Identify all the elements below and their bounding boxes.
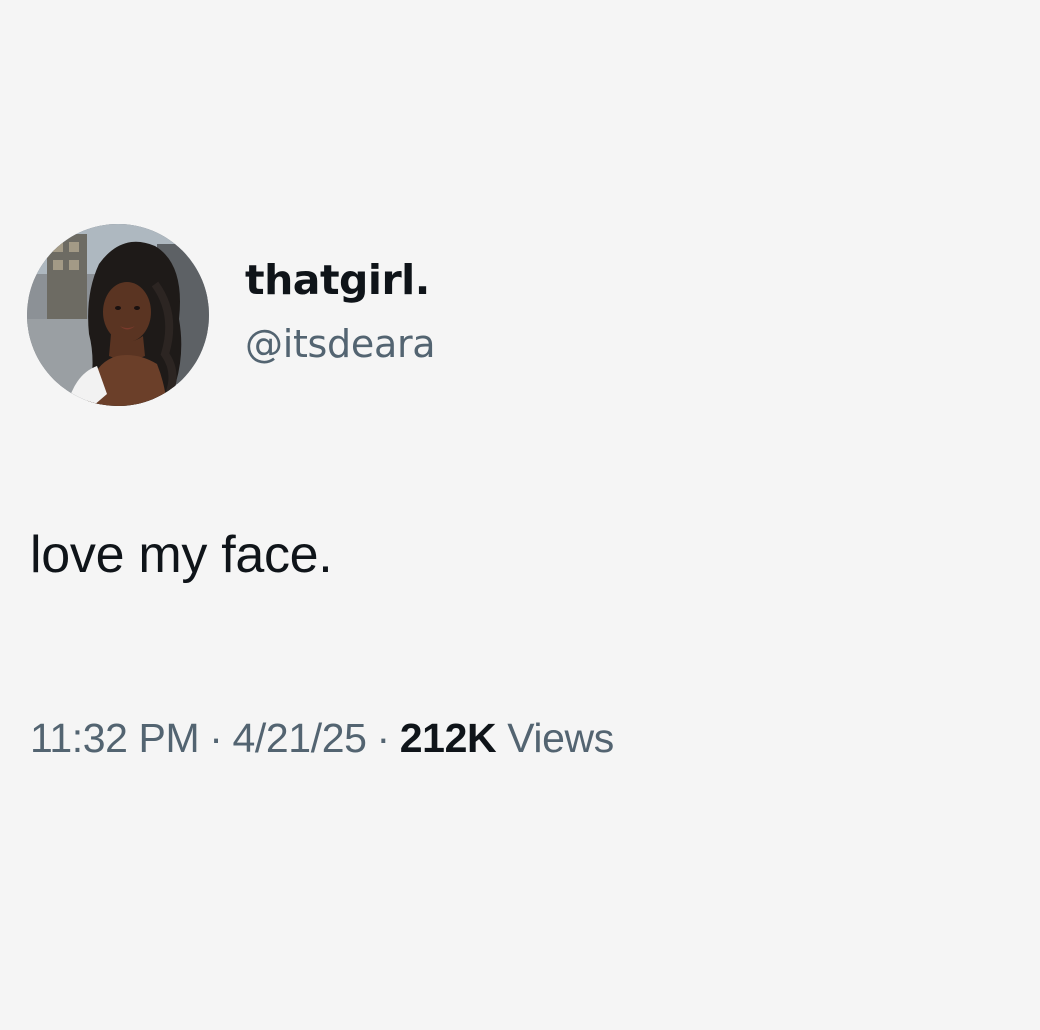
separator-dot: · (376, 715, 391, 761)
views-label[interactable]: Views (507, 715, 614, 761)
tweet-text: love my face. (30, 526, 333, 584)
tweet-time[interactable]: 11:32 PM (30, 715, 200, 761)
username-handle[interactable]: @itsdeara (245, 318, 436, 370)
views-count[interactable]: 212K (400, 715, 497, 761)
avatar-photo (27, 224, 209, 406)
user-names: thatgirl. @itsdeara (245, 254, 436, 370)
tweet-card: thatgirl. @itsdeara love my face. 11:32 … (0, 0, 1040, 1030)
tweet-date[interactable]: 4/21/25 (233, 715, 367, 761)
tweet-header: thatgirl. @itsdeara (27, 224, 436, 406)
tweet-metadata: 11:32 PM · 4/21/25 · 212K Views (30, 708, 614, 768)
display-name[interactable]: thatgirl. (245, 254, 435, 306)
separator-dot: · (209, 715, 223, 761)
avatar[interactable] (27, 224, 209, 406)
